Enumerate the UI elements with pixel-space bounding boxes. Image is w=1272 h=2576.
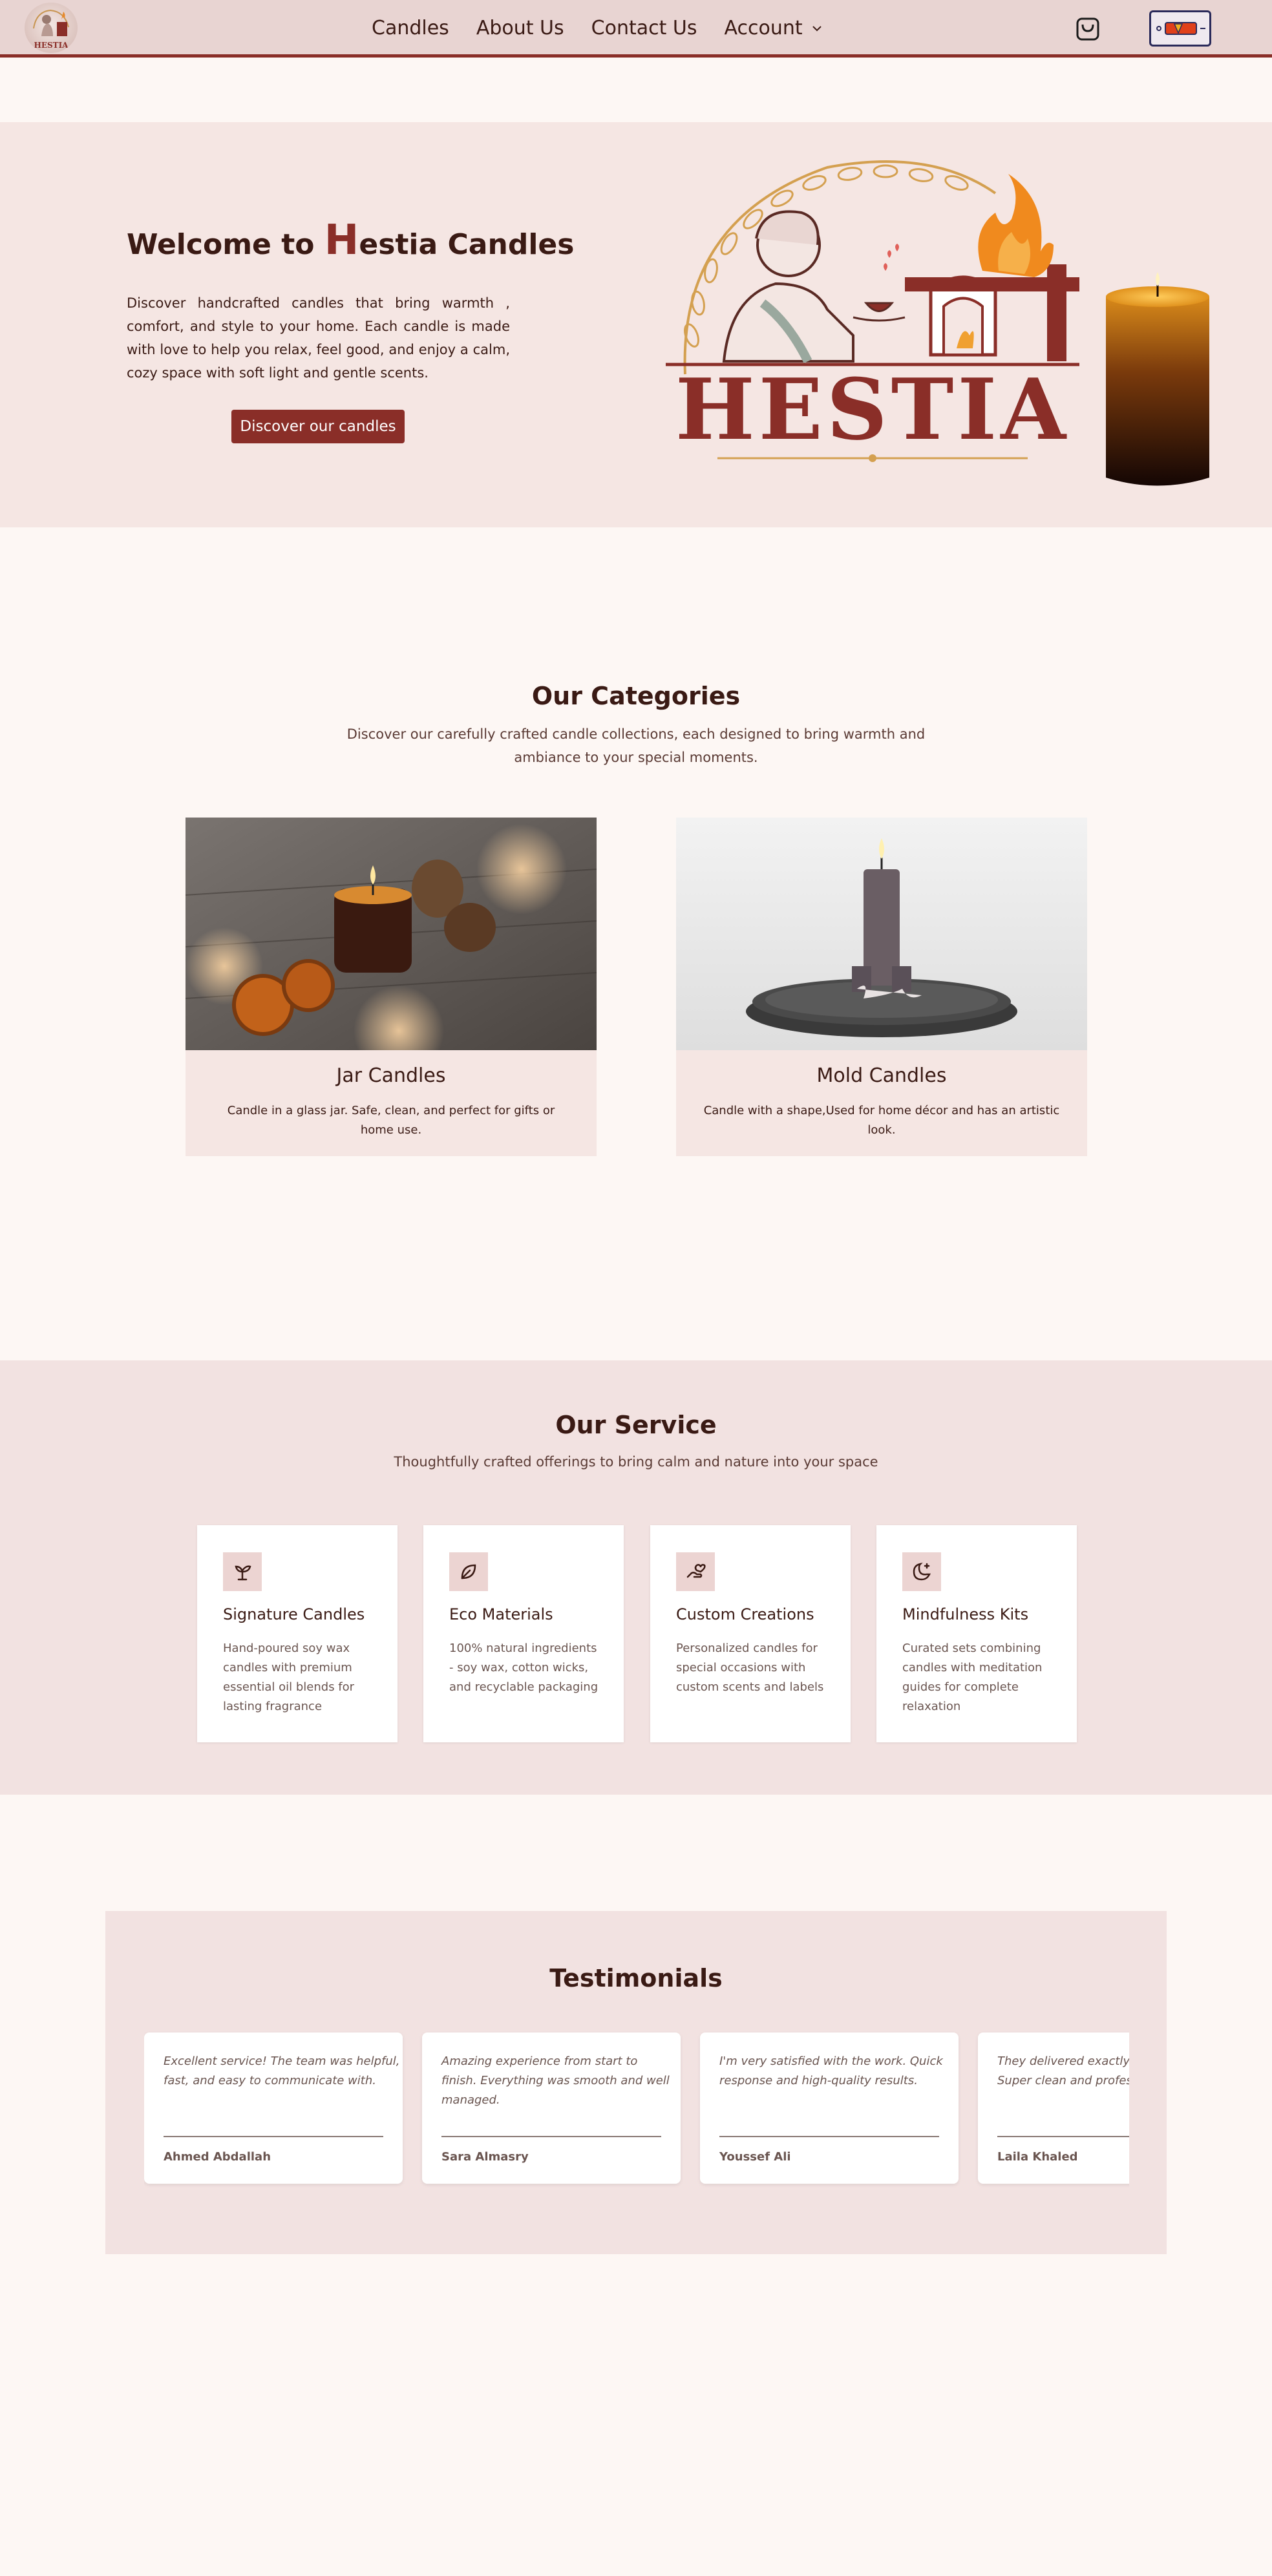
- service-description: Curated sets combining candles with medi…: [902, 1642, 1043, 1713]
- hero-title-big-letter: H: [324, 216, 359, 264]
- categories-subtitle-line1: Discover our carefully crafted candle co…: [346, 726, 926, 742]
- category-card-jar[interactable]: Jar Candles Candle in a glass jar. Safe,…: [186, 818, 597, 1156]
- testimonial-quote-line: Amazing experience from start to: [441, 2054, 638, 2068]
- testimonial-author: Ahmed Abdallah: [164, 2150, 271, 2164]
- hero-description: Discover handcrafted candles that bring …: [127, 295, 510, 381]
- testimonial-quote-line: Super clean and professional work.: [997, 2074, 1129, 2087]
- testimonial-quote: I'm very satisfied with the work. Quick …: [719, 2052, 943, 2091]
- moon-star-icon: [902, 1552, 941, 1591]
- main-nav: Candles About Us Contact Us Account: [372, 16, 849, 41]
- testimonial-card: Amazing experience from start to finish.…: [422, 2032, 681, 2184]
- service-card-eco: Eco Materials 100% natural ingredients -…: [423, 1525, 624, 1742]
- category-description: Candle in a glass jar. Safe, clean, and …: [227, 1104, 555, 1137]
- categories-subtitle: Discover our carefully crafted candle co…: [0, 723, 1272, 769]
- service-card-mindfulness: Mindfulness Kits Curated sets combining …: [876, 1525, 1077, 1742]
- divider: [997, 2136, 1129, 2137]
- svg-text:HESTIA: HESTIA: [675, 360, 1070, 459]
- hestia-logo[interactable]: HESTIA: [25, 3, 78, 53]
- hero-section: Welcome to Hestia Candles Discover handc…: [0, 122, 1272, 527]
- leaf-icon: [449, 1552, 488, 1591]
- nav-contact-us[interactable]: Contact Us: [591, 16, 697, 41]
- testimonial-card: I'm very satisfied with the work. Quick …: [700, 2032, 959, 2184]
- testimonial-quote-line: fast, and easy to communicate with.: [164, 2074, 376, 2087]
- testimonial-quote-line: finish. Everything was smooth and well: [441, 2074, 670, 2087]
- testimonials-carousel[interactable]: Excellent service! The team was helpful,…: [144, 2029, 1129, 2197]
- service-description: Hand-poured soy wax candles with premium…: [223, 1642, 355, 1713]
- categories-title: Our Categories: [531, 682, 741, 710]
- language-toggle[interactable]: [1149, 10, 1211, 47]
- nav-candles[interactable]: Candles: [372, 16, 449, 41]
- services-title: Our Service: [555, 1411, 717, 1439]
- service-description: 100% natural ingredients - soy wax, cott…: [449, 1642, 599, 1694]
- category-name: Jar Candles: [336, 1064, 446, 1087]
- testimonials-title: Testimonials: [549, 1964, 723, 1992]
- testimonial-quote: Excellent service! The team was helpful,…: [164, 2052, 400, 2091]
- hestia-emblem: HESTIA: [659, 142, 1086, 480]
- testimonial-author: Laila Khaled: [997, 2150, 1078, 2164]
- sprout-icon: [223, 1552, 262, 1591]
- service-title: Mindfulness Kits: [902, 1605, 1029, 1623]
- discover-candles-button[interactable]: Discover our candles: [231, 410, 405, 443]
- service-title: Signature Candles: [223, 1605, 365, 1623]
- hero-title-prefix: Welcome to: [127, 228, 324, 261]
- service-card-custom: Custom Creations Personalized candles fo…: [650, 1525, 851, 1742]
- nav-account-label: Account: [724, 17, 803, 39]
- hero-title-suffix: estia Candles: [359, 228, 575, 261]
- testimonial-card: They delivered exactly what I needed. Su…: [978, 2032, 1129, 2184]
- jar-candle-image: [186, 818, 597, 1050]
- category-description: Candle with a shape,Used for home décor …: [703, 1104, 1060, 1137]
- service-title: Eco Materials: [449, 1605, 553, 1623]
- testimonial-author: Youssef Ali: [719, 2150, 791, 2164]
- hand-heart-icon: [676, 1552, 715, 1591]
- testimonial-quote-line: response and high-quality results.: [719, 2074, 918, 2087]
- service-card-signature: Signature Candles Hand-poured soy wax ca…: [197, 1525, 398, 1742]
- services-subtitle: Thoughtfully crafted offerings to bring …: [394, 1454, 878, 1470]
- divider: [441, 2136, 661, 2137]
- candle-image: [1104, 271, 1211, 496]
- service-title: Custom Creations: [676, 1605, 814, 1623]
- testimonial-quote-line: Excellent service! The team was helpful,: [164, 2054, 400, 2068]
- divider: [719, 2136, 939, 2137]
- navbar: HESTIA Candles About Us Contact Us Accou…: [0, 0, 1272, 58]
- nav-account[interactable]: Account: [724, 16, 822, 41]
- testimonial-quote: Amazing experience from start to finish.…: [441, 2052, 670, 2110]
- hero-title: Welcome to Hestia Candles: [127, 216, 574, 264]
- mold-candle-image: [676, 818, 1087, 1050]
- svg-text:HESTIA: HESTIA: [34, 41, 69, 50]
- testimonial-quote-line: managed.: [441, 2093, 500, 2107]
- testimonial-quote-line: They delivered exactly what I needed.: [997, 2054, 1129, 2068]
- testimonial-author: Sara Almasry: [441, 2150, 529, 2164]
- categories-subtitle-line2: ambiance to your special moments.: [514, 750, 758, 765]
- nav-about-us[interactable]: About Us: [476, 16, 564, 41]
- chevron-down-icon: [812, 16, 822, 41]
- shopping-bag-icon[interactable]: [1074, 14, 1101, 41]
- testimonials-section: Testimonials Excellent service! The team…: [105, 1911, 1167, 2254]
- testimonial-quote: They delivered exactly what I needed. Su…: [997, 2052, 1129, 2091]
- testimonial-card: Excellent service! The team was helpful,…: [144, 2032, 403, 2184]
- service-description: Personalized candles for special occasio…: [676, 1642, 824, 1694]
- divider: [164, 2136, 383, 2137]
- category-card-mold[interactable]: Mold Candles Candle with a shape,Used fo…: [676, 818, 1087, 1156]
- category-name: Mold Candles: [816, 1064, 947, 1087]
- testimonial-quote-line: I'm very satisfied with the work. Quick: [719, 2054, 943, 2068]
